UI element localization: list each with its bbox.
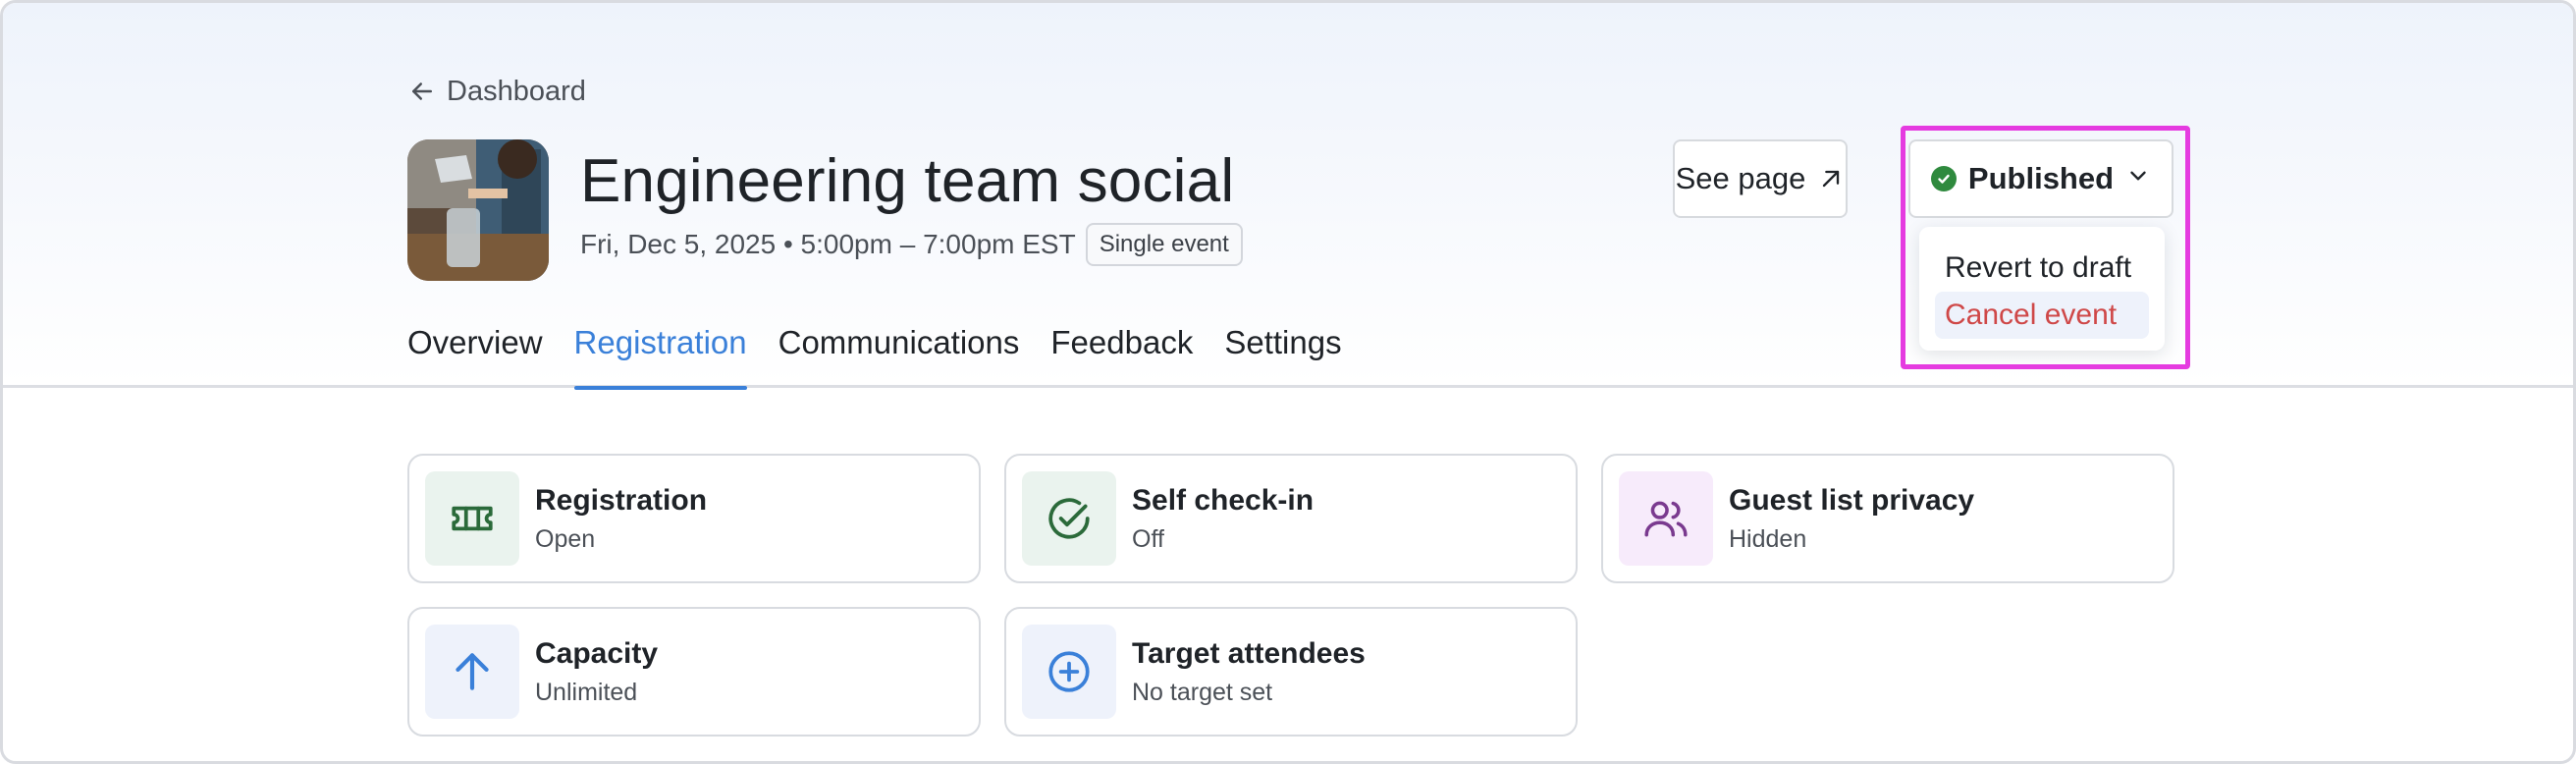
tab-communications[interactable]: Communications: [778, 317, 1020, 388]
card-value: Open: [535, 524, 596, 553]
guest-list-privacy-card[interactable]: Guest list privacy Hidden: [1601, 454, 2174, 583]
card-label: Target attendees: [1132, 636, 1366, 670]
capacity-card[interactable]: Capacity Unlimited: [407, 607, 981, 737]
status-dropdown-menu: Revert to draft Cancel event: [1919, 227, 2165, 351]
see-page-button[interactable]: See page: [1673, 139, 1848, 218]
tab-feedback[interactable]: Feedback: [1050, 317, 1193, 388]
back-link[interactable]: Dashboard: [407, 72, 586, 111]
card-label: Guest list privacy: [1729, 483, 1975, 517]
back-link-label: Dashboard: [447, 75, 586, 107]
event-title: Engineering team social: [580, 147, 1235, 215]
card-value: Unlimited: [535, 678, 638, 706]
tab-registration[interactable]: Registration: [573, 317, 747, 390]
event-subtitle: Fri, Dec 5, 2025 • 5:00pm – 7:00pm EST S…: [580, 221, 1243, 268]
arrow-left-icon: [412, 82, 432, 100]
self-check-in-card[interactable]: Self check-in Off: [1004, 454, 1578, 583]
card-label: Capacity: [535, 636, 659, 670]
status-label: Published: [1967, 161, 2115, 195]
card-label: Self check-in: [1132, 483, 1315, 517]
tab-settings[interactable]: Settings: [1224, 317, 1341, 388]
arrow-up-icon: [425, 625, 519, 719]
revert-to-draft-option[interactable]: Revert to draft: [1919, 245, 2165, 292]
published-check-icon: [1930, 166, 1957, 191]
external-arrow-icon: [1823, 170, 1840, 188]
event-tabs: Overview Registration Communications Fee…: [407, 317, 1342, 390]
see-page-label: See page: [1675, 161, 1806, 195]
chevron-down-icon: [2125, 161, 2151, 196]
target-attendees-card[interactable]: Target attendees No target set: [1004, 607, 1578, 737]
event-page: Dashboard Engineering team social Fri, D…: [0, 0, 2576, 764]
card-label: Registration: [535, 483, 708, 517]
event-type-badge: Single event: [1085, 223, 1243, 266]
cancel-event-option[interactable]: Cancel event: [1935, 292, 2149, 339]
status-dropdown-button[interactable]: Published: [1908, 139, 2174, 218]
event-date-time: Fri, Dec 5, 2025 • 5:00pm – 7:00pm EST: [580, 229, 1076, 259]
users-icon: [1619, 471, 1713, 566]
card-value: No target set: [1132, 678, 1273, 706]
tab-overview[interactable]: Overview: [407, 317, 543, 388]
ticket-icon: [425, 471, 519, 566]
card-value: Off: [1132, 524, 1164, 553]
check-circle-icon: [1022, 471, 1116, 566]
card-value: Hidden: [1729, 524, 1807, 553]
event-cover-image: [407, 139, 549, 281]
registration-card[interactable]: Registration Open: [407, 454, 981, 583]
plus-circle-icon: [1022, 625, 1116, 719]
